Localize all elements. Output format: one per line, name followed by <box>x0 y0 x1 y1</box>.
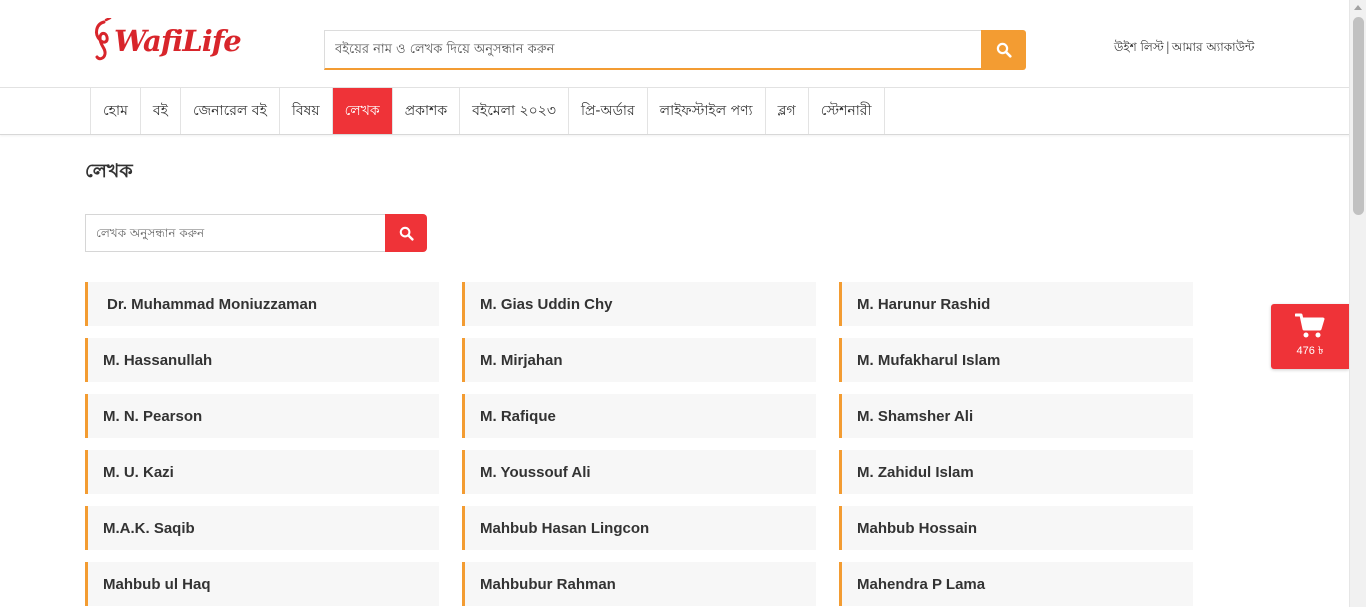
nav-item-lifestyle[interactable]: লাইফস্টাইল পণ্য <box>648 88 766 134</box>
main-nav: হোম বই জেনারেল বই বিষয় লেখক প্রকাশক বইম… <box>0 88 1366 135</box>
search-icon <box>399 226 414 241</box>
nav-item-publishers[interactable]: প্রকাশক <box>393 88 461 134</box>
author-card[interactable]: Mahbub ul Haq <box>85 562 439 606</box>
author-search-input[interactable] <box>85 214 385 252</box>
cart-icon <box>1295 313 1325 337</box>
search-icon <box>996 42 1012 58</box>
page-title: লেখক <box>85 160 133 182</box>
nav-item-general-books[interactable]: জেনারেল বই <box>181 88 280 134</box>
nav-item-stationery[interactable]: স্টেশনারী <box>809 88 885 134</box>
author-card[interactable]: M. Gias Uddin Chy <box>462 282 816 326</box>
search-input[interactable] <box>324 30 981 70</box>
site-header: WafiLife উইশ লিস্ট|আমার অ্যাকাউন্ট <box>0 0 1366 88</box>
nav-item-pre-order[interactable]: প্রি-অর্ডার <box>569 88 648 134</box>
author-card[interactable]: M. Zahidul Islam <box>839 450 1193 494</box>
author-card[interactable]: M. U. Kazi <box>85 450 439 494</box>
floating-cart-button[interactable]: 476 ৳ <box>1271 304 1349 369</box>
link-separator: | <box>1165 40 1170 54</box>
author-card[interactable]: Mahendra P Lama <box>839 562 1193 606</box>
nav-item-home[interactable]: হোম <box>91 88 141 134</box>
account-links: উইশ লিস্ট | আমার অ্যাকাউন্ট <box>1114 39 1254 59</box>
author-search-button[interactable] <box>385 214 427 252</box>
author-card[interactable]: M. Harunur Rashid <box>839 282 1193 326</box>
account-link[interactable]: আমার অ্যাকাউন্ট <box>1172 40 1255 54</box>
author-card[interactable]: M. Youssouf Ali <box>462 450 816 494</box>
author-search <box>85 214 427 252</box>
author-list: Dr. Muhammad Moniuzzaman M. Gias Uddin C… <box>85 282 1195 606</box>
author-card[interactable]: M. Rafique <box>462 394 816 438</box>
scrollbar-thumb[interactable] <box>1353 17 1364 215</box>
nav-item-book-fair[interactable]: বইমেলা ২০২৩ <box>460 88 569 134</box>
cart-total: 476 ৳ <box>1296 344 1324 357</box>
author-card[interactable]: M. Mufakharul Islam <box>839 338 1193 382</box>
search-button[interactable] <box>981 30 1026 70</box>
nav-item-subjects[interactable]: বিষয় <box>280 88 333 134</box>
author-card[interactable]: Mahbub Hossain <box>839 506 1193 550</box>
brand-name: WafiLife <box>114 24 242 58</box>
wishlist-link[interactable]: উইশ লিস্ট <box>1114 40 1164 54</box>
author-card[interactable]: M. Shamsher Ali <box>839 394 1193 438</box>
author-card[interactable]: M. Hassanullah <box>85 338 439 382</box>
logo[interactable]: WafiLife <box>90 16 242 66</box>
scroll-up-icon[interactable] <box>1354 5 1362 10</box>
author-card[interactable]: M. N. Pearson <box>85 394 439 438</box>
author-card[interactable]: Dr. Muhammad Moniuzzaman <box>85 282 439 326</box>
nav-item-blog[interactable]: ব্লগ <box>766 88 809 134</box>
author-card[interactable]: Mahbubur Rahman <box>462 562 816 606</box>
nav-item-authors[interactable]: লেখক <box>332 88 393 134</box>
logo-mark-icon <box>95 18 112 61</box>
author-card[interactable]: M.A.K. Saqib <box>85 506 439 550</box>
nav-item-books[interactable]: বই <box>141 88 181 134</box>
author-card[interactable]: M. Mirjahan <box>462 338 816 382</box>
page-scrollbar[interactable] <box>1349 0 1366 607</box>
author-card[interactable]: Mahbub Hasan Lingcon <box>462 506 816 550</box>
main-search <box>324 30 1026 70</box>
